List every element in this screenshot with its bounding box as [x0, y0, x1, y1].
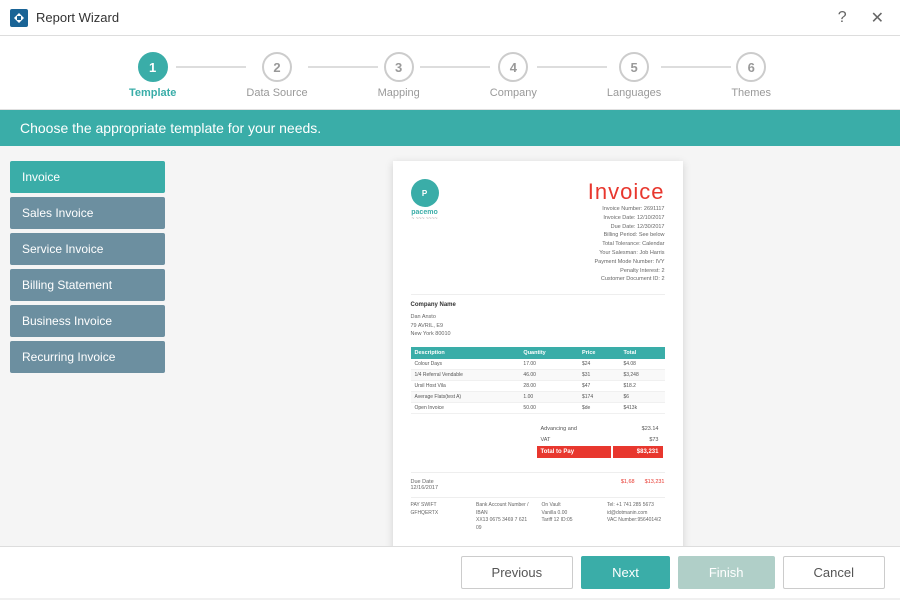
col-description: Description	[411, 347, 520, 359]
step-circle-6: 6	[736, 52, 766, 82]
total-pay-row: Total to Pay $83,231	[537, 446, 663, 458]
main-content: Invoice Sales Invoice Service Invoice Bi…	[0, 146, 900, 546]
invoice-total-table: Advancing and $23.14 VAT $73 Total to Pa…	[535, 422, 665, 460]
step-3[interactable]: 3 Mapping	[378, 52, 420, 99]
connector-2-3	[308, 66, 378, 68]
banner-text: Choose the appropriate template for your…	[20, 120, 321, 136]
step-circle-3: 3	[384, 52, 414, 82]
title-bar-controls: ? ✕	[832, 6, 890, 30]
finish-button: Finish	[678, 556, 775, 589]
sidebar-item-service-invoice[interactable]: Service Invoice	[10, 233, 165, 265]
bank-col-3: On VaultVanilla 0.00Tariff 12 ID:05	[542, 502, 600, 532]
preview-area: P pacemo ~ ~~~ ~~~~ Invoice Invoice Numb…	[175, 146, 900, 546]
inv-due-label: Due Date: 12/30/2017	[588, 223, 665, 232]
step-label-4: Company	[490, 87, 537, 99]
bank-col-4: Tel: +1 741 285 5673id@dotmanin.comVAC N…	[607, 502, 665, 532]
due-amounts: $1,68 $13,231	[621, 479, 665, 491]
step-circle-1: 1	[138, 52, 168, 82]
step-5[interactable]: 5 Languages	[607, 52, 661, 99]
invoice-header: P pacemo ~ ~~~ ~~~~ Invoice Invoice Numb…	[411, 179, 665, 284]
step-circle-2: 2	[262, 52, 292, 82]
logo-circle: P	[411, 179, 439, 207]
bottom-bar: Previous Next Finish Cancel	[0, 546, 900, 598]
step-label-5: Languages	[607, 87, 661, 99]
col-total: Total	[619, 347, 664, 359]
invoice-meta: Invoice Number: 2691117 Invoice Date: 12…	[588, 205, 665, 284]
step-label-3: Mapping	[378, 87, 420, 99]
invoice-billing: Company Name Dan Ansto 79 AVRIL, E9 New …	[411, 301, 665, 339]
inv-sales-label: Your Salesman: Job Harris	[588, 249, 665, 258]
footer-due: Due Date 12/16/2017 $1,68 $13,231	[411, 479, 665, 491]
step-2[interactable]: 2 Data Source	[246, 52, 307, 99]
due-amount-1: $1,68	[621, 479, 635, 491]
address1: 79 AVRIL, E9	[411, 323, 444, 329]
footer-bank: PAY SWIFTGFHQERTX Bank Account Number / …	[411, 497, 665, 532]
app-icon	[10, 9, 28, 27]
step-circle-4: 4	[498, 52, 528, 82]
bill-to-block: Company Name Dan Ansto 79 AVRIL, E9 New …	[411, 301, 456, 339]
invoice-title-block: Invoice Invoice Number: 2691117 Invoice …	[588, 179, 665, 284]
close-button[interactable]: ✕	[865, 6, 890, 30]
inv-date-label: Invoice Date: 12/10/2017	[588, 214, 665, 223]
client-name: Dan Ansto	[411, 314, 436, 320]
city: New York 80010	[411, 331, 451, 337]
invoice-divider-1	[411, 294, 665, 295]
invoice-footer: Due Date 12/16/2017 $1,68 $13,231 PAY SW…	[411, 472, 665, 532]
step-circle-5: 5	[619, 52, 649, 82]
invoice-preview: P pacemo ~ ~~~ ~~~~ Invoice Invoice Numb…	[393, 161, 683, 546]
due-amount-2: $13,231	[645, 479, 665, 491]
col-price: Price	[578, 347, 619, 359]
table-row: Ursil Host Vila 28.00 $47 $18.2	[411, 381, 665, 392]
tax-row: VAT $73	[537, 435, 663, 444]
instruction-banner: Choose the appropriate template for your…	[0, 110, 900, 146]
inv-number-label: Invoice Number: 2691117	[588, 205, 665, 214]
company-name: Company Name	[411, 301, 456, 311]
bank-col-1: PAY SWIFTGFHQERTX	[411, 502, 469, 532]
next-button[interactable]: Next	[581, 556, 670, 589]
due-date-label: Due Date 12/16/2017	[411, 479, 439, 491]
col-quantity: Quantity	[519, 347, 578, 359]
sidebar-item-invoice[interactable]: Invoice	[10, 161, 165, 193]
connector-4-5	[537, 66, 607, 68]
step-label-2: Data Source	[246, 87, 307, 99]
inv-payment-label: Payment Mode Number: IVY	[588, 258, 665, 267]
logo-sub: ~ ~~~ ~~~~	[411, 216, 437, 222]
invoice-logo: P pacemo ~ ~~~ ~~~~	[411, 179, 439, 222]
step-6[interactable]: 6 Themes	[731, 52, 771, 99]
step-label-1: Template	[129, 87, 176, 99]
table-row: Open Invoice 50.00 $de $413k	[411, 403, 665, 414]
previous-button[interactable]: Previous	[461, 556, 574, 589]
stepper: 1 Template 2 Data Source 3 Mapping 4 Com…	[0, 36, 900, 110]
bank-col-2: Bank Account Number / IBANXX13 0675 3469…	[476, 502, 534, 532]
sidebar-item-business-invoice[interactable]: Business Invoice	[10, 305, 165, 337]
connector-3-4	[420, 66, 490, 68]
table-row: Colour Days 17.00 $24 $4.08	[411, 359, 665, 370]
inv-billing-label: Billing Period: See below	[588, 231, 665, 240]
app-title: Report Wizard	[36, 10, 119, 25]
logo-name: pacemo	[411, 209, 437, 216]
step-4[interactable]: 4 Company	[490, 52, 537, 99]
title-bar-left: Report Wizard	[10, 9, 119, 27]
inv-customer-label: Customer Document ID: 2	[588, 275, 665, 284]
invoice-total-section: Advancing and $23.14 VAT $73 Total to Pa…	[411, 422, 665, 460]
connector-5-6	[661, 66, 731, 68]
invoice-table: Description Quantity Price Total Colour …	[411, 347, 665, 414]
connector-1-2	[176, 66, 246, 68]
cancel-button[interactable]: Cancel	[783, 556, 885, 589]
title-bar: Report Wizard ? ✕	[0, 0, 900, 36]
subtotal-row: Advancing and $23.14	[537, 424, 663, 433]
sidebar-item-sales-invoice[interactable]: Sales Invoice	[10, 197, 165, 229]
step-label-6: Themes	[731, 87, 771, 99]
template-sidebar: Invoice Sales Invoice Service Invoice Bi…	[0, 146, 175, 546]
inv-total-label: Total Tolerance: Calendar	[588, 240, 665, 249]
sidebar-item-recurring-invoice[interactable]: Recurring Invoice	[10, 341, 165, 373]
invoice-title: Invoice	[588, 179, 665, 205]
table-row: Average Flats(test A) 1.00 $174 $6	[411, 392, 665, 403]
inv-penalty-label: Penalty Interest: 2	[588, 267, 665, 276]
sidebar-item-billing-statement[interactable]: Billing Statement	[10, 269, 165, 301]
step-1[interactable]: 1 Template	[129, 52, 176, 99]
help-button[interactable]: ?	[832, 6, 853, 30]
table-row: 1/4 Referral Vendable 46.00 $31 $3,248	[411, 370, 665, 381]
